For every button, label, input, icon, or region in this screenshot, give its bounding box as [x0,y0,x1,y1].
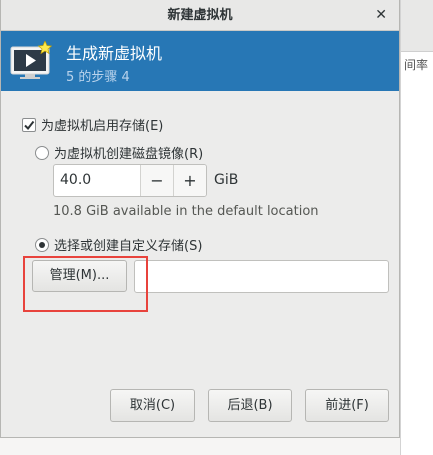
enable-storage-label: 为虚拟机启用存储(E) [41,119,164,134]
highlight-annotation [23,256,148,312]
available-space-hint: 10.8 GiB available in the default locati… [53,204,319,219]
create-disk-label: 为虚拟机创建磁盘镜像(R) [54,147,204,162]
enable-storage-checkbox[interactable] [22,117,36,132]
decrement-button[interactable]: − [140,165,173,196]
background-window-header [401,0,433,52]
wizard-banner: 生成新虚拟机 5 的步骤 4 [1,31,399,91]
disk-size-input[interactable]: 40.0 [54,165,140,196]
disk-size-spinbox[interactable]: 40.0 − + [53,164,207,197]
create-disk-row[interactable]: 为虚拟机创建磁盘镜像(R) [35,143,203,162]
custom-storage-row[interactable]: 选择或创建自定义存储(S) [35,235,202,254]
back-button[interactable]: 后退(B) [208,389,292,422]
new-vm-dialog: 新建虚拟机 ✕ 生成新虚拟机 5 的步骤 4 为虚拟机启用存储(E) 为虚拟机创… [0,0,400,438]
checkmark-icon [24,120,35,130]
disk-size-unit: GiB [214,172,239,188]
custom-storage-radio[interactable] [35,237,49,252]
vm-monitor-icon [10,41,52,79]
cancel-button[interactable]: 取消(C) [110,389,195,422]
radio-dot-icon [39,241,45,248]
create-disk-radio[interactable] [35,145,49,160]
increment-button[interactable]: + [173,165,206,196]
custom-storage-label: 选择或创建自定义存储(S) [54,239,203,254]
dialog-title: 新建虚拟机 [167,8,233,23]
background-window: 间率 [400,0,433,455]
step-indicator: 5 的步骤 4 [66,70,130,85]
storage-path-input[interactable] [134,260,389,293]
close-icon[interactable]: ✕ [375,0,387,31]
forward-button[interactable]: 前进(F) [305,389,389,422]
dialog-titlebar: 新建虚拟机 ✕ [1,0,399,31]
banner-heading: 生成新虚拟机 [66,44,163,63]
enable-storage-row[interactable]: 为虚拟机启用存储(E) [22,115,163,134]
background-header-fragment: 间率 [404,58,429,72]
